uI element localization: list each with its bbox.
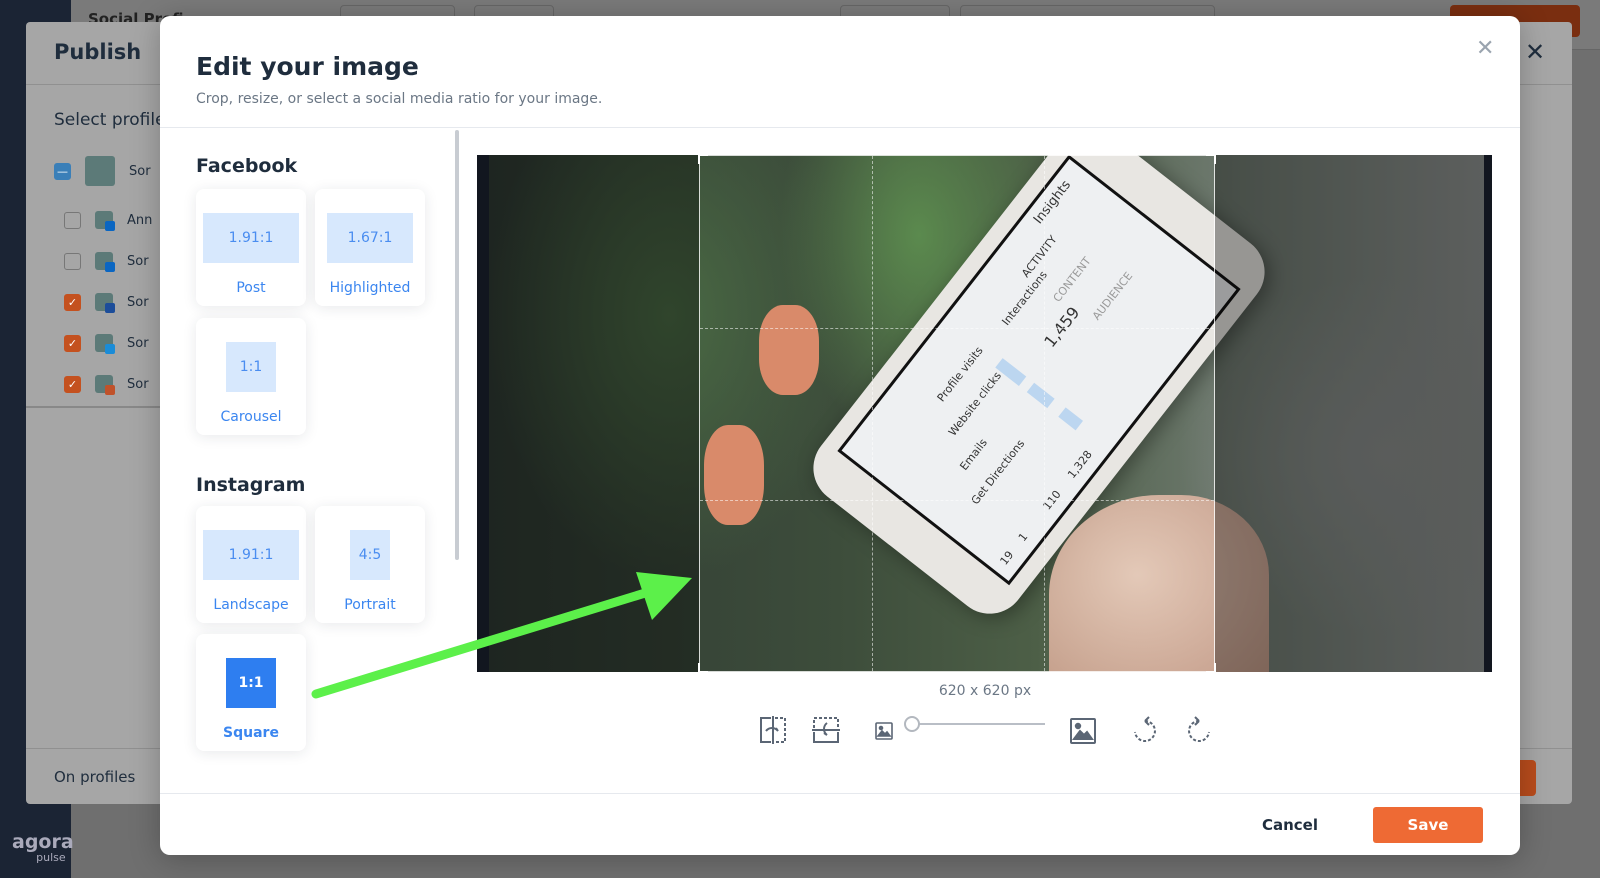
checkbox[interactable]	[64, 252, 81, 270]
on-profiles-label: On profiles	[54, 768, 136, 786]
image-size-readout: 620 x 620 px	[938, 683, 1032, 699]
linkedin-icon	[95, 211, 115, 231]
zoom-in-image-icon[interactable]	[1070, 718, 1096, 744]
facebook-icon	[95, 293, 115, 313]
brand-logo: agora pulse	[12, 831, 74, 865]
profile-name: Sor	[129, 163, 151, 179]
crop-handle-bottom-right[interactable]	[1206, 663, 1216, 672]
ratio-preview: 1:1	[226, 658, 276, 708]
profile-name: Sor	[127, 335, 149, 351]
crop-handle-bottom-left[interactable]	[698, 663, 708, 672]
modal-subtitle: Crop, resize, or select a social media r…	[196, 91, 603, 107]
profile-row[interactable]: ✓ Sor	[64, 287, 149, 317]
profile-row[interactable]: Sor	[64, 246, 149, 276]
flip-horizontal-icon[interactable]	[759, 716, 787, 744]
ratio-label: Post	[236, 280, 266, 296]
profile-name: Sor	[127, 376, 149, 392]
profile-name: Sor	[127, 253, 149, 269]
profile-row[interactable]: Ann	[64, 205, 152, 235]
crop-handle-top-right[interactable]	[1206, 155, 1216, 164]
save-button[interactable]: Save	[1373, 807, 1483, 843]
crop-grid-line	[1044, 156, 1045, 671]
publish-title: Publish	[54, 40, 142, 64]
profile-name: Ann	[127, 212, 153, 228]
ratio-label: Landscape	[213, 597, 289, 613]
ratio-preview: 1.91:1	[203, 213, 299, 263]
rotate-left-icon[interactable]	[1132, 716, 1158, 744]
profile-group-row[interactable]: — Sor	[54, 156, 151, 186]
crop-grid-line	[700, 500, 1214, 501]
zoom-slider-handle[interactable]	[904, 716, 920, 732]
checkbox[interactable]	[64, 211, 81, 229]
profile-row[interactable]: ✓ Sor	[64, 328, 149, 358]
ratio-preview: 1:1	[226, 342, 276, 392]
cancel-button[interactable]: Cancel	[1240, 807, 1340, 843]
profile-row[interactable]: ✓ Sor	[64, 369, 149, 399]
crop-mask	[477, 155, 699, 672]
zoom-slider-track[interactable]	[912, 723, 1045, 725]
ratio-option-post[interactable]: 1.91:1 Post	[196, 189, 306, 306]
image-crop-canvas[interactable]: Insights ACTIVITY CONTENT AUDIENCE Inter…	[477, 155, 1492, 672]
close-icon[interactable]: ✕	[1476, 36, 1494, 61]
zoom-out-image-icon[interactable]	[875, 722, 893, 740]
ratio-label: Portrait	[344, 597, 396, 613]
linkedin-icon	[95, 252, 115, 272]
modal-title: Edit your image	[196, 52, 419, 81]
divider	[160, 793, 1520, 794]
ratio-list-scrollbar[interactable]	[455, 130, 459, 560]
ratio-option-square[interactable]: 1:1 Square	[196, 634, 306, 751]
avatar	[85, 156, 115, 186]
ratio-option-highlighted[interactable]: 1.67:1 Highlighted	[315, 189, 425, 306]
flip-vertical-icon[interactable]	[812, 716, 840, 744]
checkbox-checked[interactable]: ✓	[64, 334, 81, 352]
ratio-option-portrait[interactable]: 4:5 Portrait	[315, 506, 425, 623]
crop-grid-line	[872, 156, 873, 671]
ratio-option-landscape[interactable]: 1.91:1 Landscape	[196, 506, 306, 623]
crop-box[interactable]	[698, 155, 1216, 672]
section-facebook: Facebook	[196, 155, 298, 177]
section-instagram: Instagram	[196, 474, 306, 496]
ratio-option-carousel[interactable]: 1:1 Carousel	[196, 318, 306, 435]
ratio-preview: 1.67:1	[327, 213, 413, 263]
checkbox-checked[interactable]: ✓	[64, 375, 81, 393]
ratio-label: Square	[223, 725, 279, 741]
rotate-right-icon[interactable]	[1186, 716, 1212, 744]
close-publish-icon[interactable]: ✕	[1525, 38, 1545, 66]
checkbox-checked[interactable]: ✓	[64, 293, 81, 311]
ratio-label: Highlighted	[329, 280, 411, 296]
checkbox-partial[interactable]: —	[54, 162, 71, 180]
ratio-preview: 1.91:1	[203, 530, 299, 580]
divider	[160, 127, 1520, 128]
ratio-label: Carousel	[220, 409, 282, 425]
instagram-icon	[95, 375, 115, 395]
ratio-preview: 4:5	[350, 530, 390, 580]
crop-mask	[1215, 155, 1492, 672]
crop-grid-line	[700, 328, 1214, 329]
crop-handle-top-left[interactable]	[698, 155, 708, 164]
twitter-icon	[95, 334, 115, 354]
profile-name: Sor	[127, 294, 149, 310]
select-profile-label: Select profile	[54, 110, 166, 130]
